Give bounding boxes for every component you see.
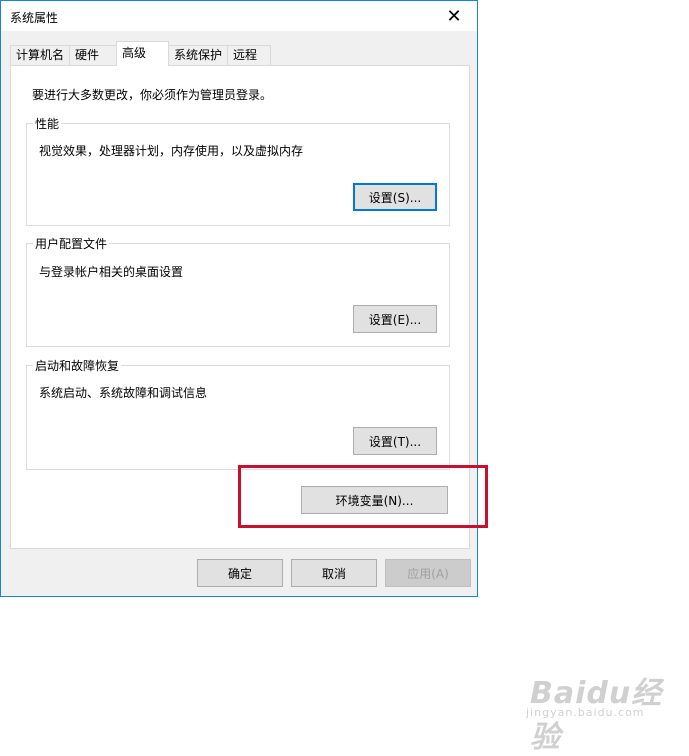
startup-recovery-title: 启动和故障恢复 <box>33 357 122 374</box>
user-profiles-description: 与登录帐户相关的桌面设置 <box>39 265 184 279</box>
tab-computer-name[interactable]: 计算机名 <box>10 45 70 65</box>
startup-recovery-group: 启动和故障恢复 系统启动、系统故障和调试信息 设置(T)... <box>26 357 450 470</box>
startup-recovery-settings-button[interactable]: 设置(T)... <box>353 427 437 455</box>
user-profiles-settings-button[interactable]: 设置(E)... <box>353 305 437 333</box>
performance-group: 性能 视觉效果，处理器计划，内存使用，以及虚拟内存 设置(S)... <box>26 115 450 226</box>
tab-remote[interactable]: 远程 <box>227 45 271 65</box>
apply-button[interactable]: 应用(A) <box>385 559 471 587</box>
performance-description: 视觉效果，处理器计划，内存使用，以及虚拟内存 <box>39 144 304 158</box>
close-button[interactable]: ✕ <box>431 1 477 31</box>
user-profiles-group: 用户配置文件 与登录帐户相关的桌面设置 设置(E)... <box>26 235 450 347</box>
startup-recovery-description: 系统启动、系统故障和调试信息 <box>39 386 208 400</box>
tab-hardware[interactable]: 硬件 <box>69 45 117 65</box>
baidu-jingyan-watermark: Baidu经验 jingyan.baidu.com <box>526 668 689 756</box>
admin-notice: 要进行大多数更改，你必须作为管理员登录。 <box>32 88 273 102</box>
tab-system-protection[interactable]: 系统保护 <box>168 45 228 65</box>
annotation-highlight-box <box>238 465 488 528</box>
cancel-button[interactable]: 取消 <box>291 559 377 587</box>
title-bar[interactable]: 系统属性 ✕ <box>1 1 477 31</box>
user-profiles-title: 用户配置文件 <box>33 235 110 252</box>
ok-button[interactable]: 确定 <box>197 559 283 587</box>
close-icon: ✕ <box>446 5 462 27</box>
performance-title: 性能 <box>33 115 62 132</box>
watermark-url: jingyan.baidu.com <box>526 706 645 719</box>
performance-settings-button[interactable]: 设置(S)... <box>353 183 437 211</box>
tab-advanced[interactable]: 高级 <box>116 41 169 66</box>
window-title: 系统属性 <box>10 11 59 25</box>
